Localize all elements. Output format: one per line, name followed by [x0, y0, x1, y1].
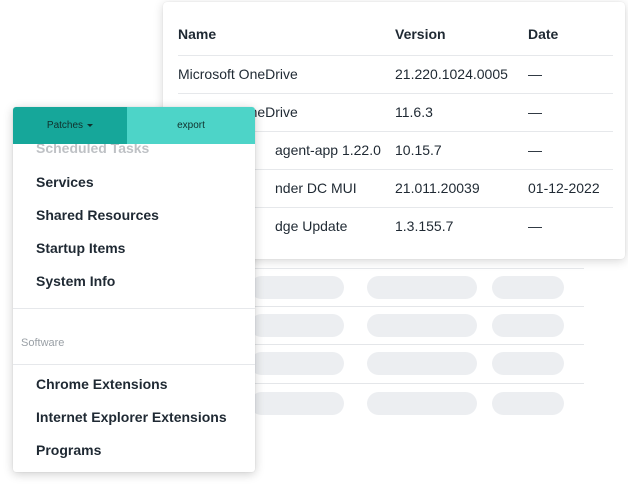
- menu-divider: [13, 364, 255, 365]
- menu-item-ie-extensions[interactable]: Internet Explorer Extensions: [36, 409, 227, 425]
- cell-date: —: [528, 218, 542, 234]
- screenshot-canvas: Name Version Date Microsoft OneDrive 21.…: [0, 0, 628, 490]
- skeleton-pill: [367, 276, 477, 299]
- menu-item-shared-resources[interactable]: Shared Resources: [36, 207, 159, 223]
- table-row[interactable]: Microsoft OneDrive 21.220.1024.0005 —: [178, 55, 613, 94]
- cell-date: —: [528, 66, 542, 82]
- skeleton-pill: [250, 314, 344, 337]
- menu-item-startup-items[interactable]: Startup Items: [36, 240, 125, 256]
- tab-patches-label: Patches: [46, 120, 84, 131]
- cell-version: 1.3.155.7: [395, 218, 454, 234]
- column-header-date[interactable]: Date: [528, 13, 618, 55]
- cell-date: —: [528, 104, 542, 120]
- panel-tab-bar: Patches export: [13, 107, 255, 144]
- cell-date: —: [528, 142, 542, 158]
- menu-item-services[interactable]: Services: [36, 174, 94, 190]
- category-dropdown-panel: Patches export Scheduled Tasks Services …: [13, 107, 255, 472]
- cell-version: 10.15.7: [395, 142, 442, 158]
- skeleton-pill: [492, 314, 564, 337]
- column-header-version[interactable]: Version: [395, 13, 523, 55]
- cell-name: Microsoft OneDrive: [178, 66, 298, 82]
- menu-item-programs[interactable]: Programs: [36, 442, 101, 458]
- section-label-software: Software: [21, 337, 65, 349]
- table-header: Name Version Date: [178, 13, 613, 56]
- menu-divider: [13, 308, 255, 309]
- skeleton-divider: [255, 383, 584, 384]
- tab-export-label: export: [177, 120, 205, 131]
- cell-version: 21.220.1024.0005: [395, 66, 508, 82]
- skeleton-pill: [367, 352, 477, 375]
- skeleton-pill: [367, 314, 477, 337]
- skeleton-divider: [255, 306, 584, 307]
- tab-export[interactable]: export: [127, 107, 255, 144]
- menu-item-system-info[interactable]: System Info: [36, 273, 115, 289]
- skeleton-divider: [255, 268, 584, 269]
- caret-down-icon: [87, 124, 94, 127]
- skeleton-divider: [255, 344, 584, 345]
- skeleton-pill: [250, 276, 344, 299]
- skeleton-pill: [367, 392, 477, 415]
- skeleton-pill: [492, 352, 564, 375]
- cell-version: 11.6.3: [395, 104, 433, 120]
- skeleton-pill: [492, 276, 564, 299]
- cell-version: 21.011.20039: [395, 180, 480, 196]
- menu-item-chrome-extensions[interactable]: Chrome Extensions: [36, 376, 167, 392]
- tab-patches[interactable]: Patches: [13, 107, 127, 144]
- skeleton-pill: [250, 392, 344, 415]
- skeleton-pill: [250, 352, 344, 375]
- column-header-name[interactable]: Name: [178, 13, 388, 55]
- skeleton-pill: [492, 392, 564, 415]
- cell-date: 01-12-2022: [528, 180, 600, 196]
